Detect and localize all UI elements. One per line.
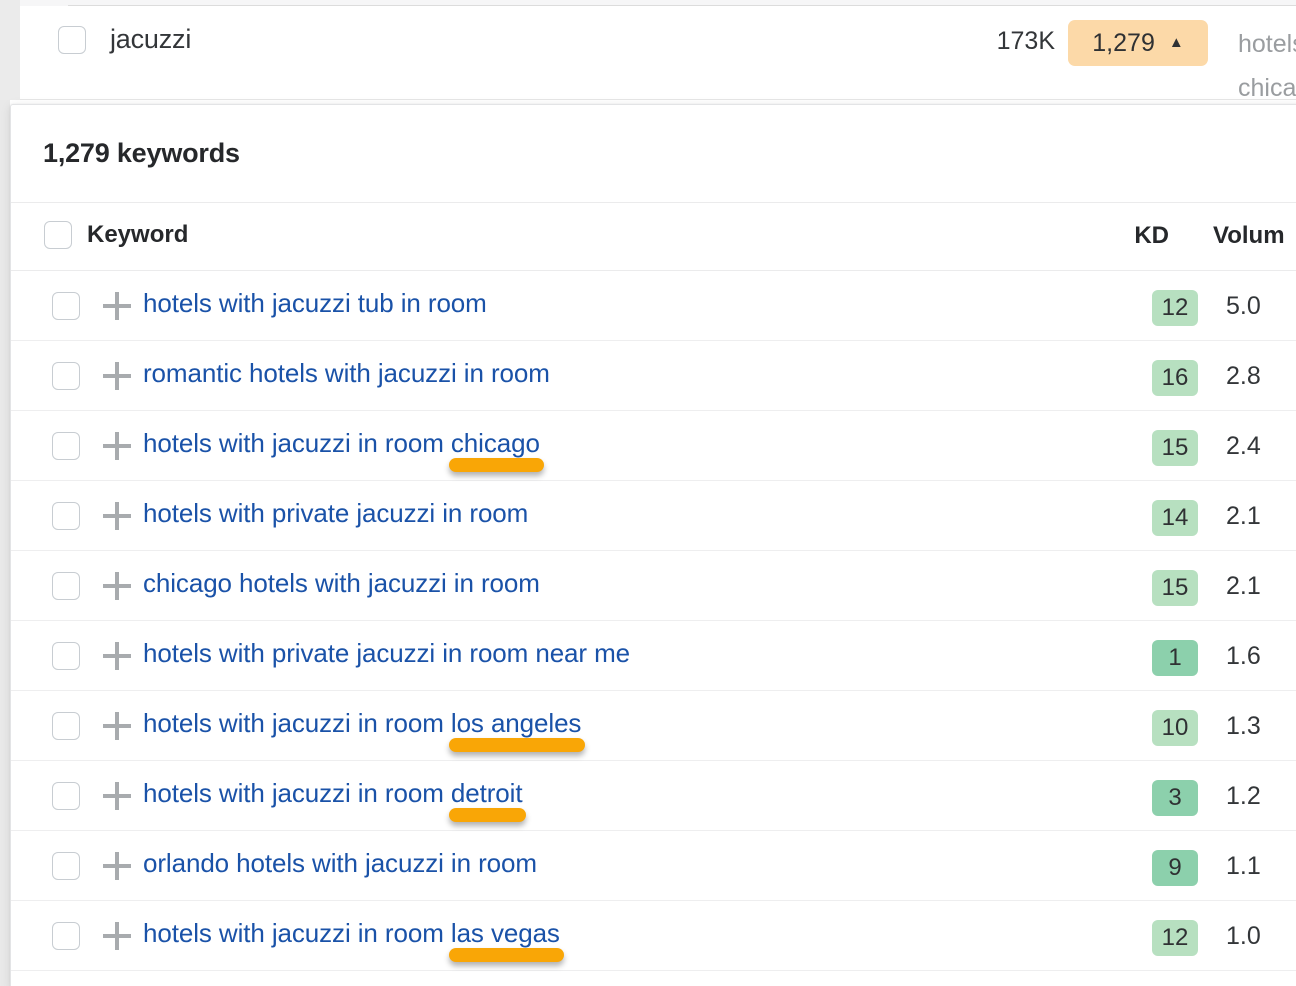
kd-badge: 10 — [1152, 710, 1198, 746]
table-row[interactable]: hotels with jacuzzi in room detroit 3 1.2 — [11, 761, 1296, 831]
table-row[interactable]: orlando hotels with jacuzzi in room 9 1.1 — [11, 831, 1296, 901]
volume-value: 1.3 — [1226, 712, 1261, 740]
row-checkbox[interactable] — [52, 712, 80, 740]
page-left-gutter-lower — [0, 100, 10, 986]
plus-icon[interactable] — [103, 432, 131, 460]
keyword-link[interactable]: hotels with private jacuzzi in room — [143, 498, 528, 529]
keywords-table-body: hotels with jacuzzi tub in room 12 5.0 roma… — [11, 271, 1296, 971]
keyword-highlight-annotation: chicago — [448, 428, 544, 472]
volume-value: 5.0 — [1226, 292, 1261, 320]
keyword-highlight-annotation: detroit — [448, 778, 526, 822]
keyword-text: romantic hotels with jacuzzi in room — [143, 358, 550, 388]
parent-row-keyword[interactable]: jacuzzi — [110, 24, 191, 55]
plus-icon[interactable] — [103, 852, 131, 880]
volume-value: 2.1 — [1226, 502, 1261, 530]
keyword-highlight-annotation: las vegas — [448, 918, 564, 962]
caret-up-icon: ▲ — [1168, 33, 1184, 51]
column-header-volume[interactable]: Volum — [1213, 222, 1285, 250]
keyword-link[interactable]: orlando hotels with jacuzzi in room — [143, 848, 537, 879]
keyword-link[interactable]: romantic hotels with jacuzzi in room — [143, 358, 550, 389]
row-checkbox[interactable] — [52, 922, 80, 950]
row-checkbox[interactable] — [52, 572, 80, 600]
parent-row-checkbox[interactable] — [58, 26, 86, 54]
keyword-link[interactable]: chicago hotels with jacuzzi in room — [143, 568, 540, 599]
parent-row-divider — [20, 99, 1296, 100]
plus-icon[interactable] — [103, 642, 131, 670]
keyword-text: hotels with private jacuzzi in room — [143, 498, 529, 528]
keyword-link[interactable]: hotels with jacuzzi in room los angeles — [143, 708, 586, 752]
kd-badge: 3 — [1152, 780, 1198, 816]
kd-badge: 9 — [1152, 850, 1198, 886]
column-header-kd[interactable]: KD — [1091, 222, 1169, 250]
parent-row-keyword-count: 1,279 — [1092, 28, 1155, 57]
kd-badge: 12 — [1152, 290, 1198, 326]
keyword-link[interactable]: hotels with jacuzzi tub in room — [143, 288, 487, 319]
keywords-table-header: Keyword KD Volum — [11, 203, 1296, 271]
kd-badge: 15 — [1152, 430, 1198, 466]
volume-value: 1.1 — [1226, 852, 1261, 880]
table-row[interactable]: chicago hotels with jacuzzi in room 15 2.1 — [11, 551, 1296, 621]
select-all-checkbox[interactable] — [44, 221, 72, 249]
keyword-text: hotels with jacuzzi in room — [143, 708, 451, 738]
keyword-link[interactable]: hotels with jacuzzi in room chicago — [143, 428, 544, 472]
volume-value: 1.0 — [1226, 922, 1261, 950]
volume-value: 2.4 — [1226, 432, 1261, 460]
keyword-text: hotels with jacuzzi in room — [143, 918, 451, 948]
kd-badge: 14 — [1152, 500, 1198, 536]
keyword-link[interactable]: hotels with jacuzzi in room las vegas — [143, 918, 564, 962]
keyword-text: hotels with jacuzzi in room — [143, 778, 451, 808]
keyword-text: hotels with jacuzzi in room — [143, 428, 451, 458]
volume-value: 2.1 — [1226, 572, 1261, 600]
parent-row-keyword-count-badge[interactable]: 1,279 ▲ — [1068, 20, 1208, 66]
table-row[interactable]: hotels with jacuzzi in room las vegas 12 1… — [11, 901, 1296, 971]
keyword-text: orlando hotels with jacuzzi in room — [143, 848, 537, 878]
row-checkbox[interactable] — [52, 642, 80, 670]
plus-icon[interactable] — [103, 782, 131, 810]
table-row[interactable]: romantic hotels with jacuzzi in room 16 2.… — [11, 341, 1296, 411]
row-checkbox[interactable] — [52, 362, 80, 390]
parent-row-truncated-line-1: hotels — [1238, 30, 1296, 58]
keyword-link[interactable]: hotels with private jacuzzi in room near… — [143, 638, 630, 669]
row-checkbox[interactable] — [52, 502, 80, 530]
row-checkbox[interactable] — [52, 852, 80, 880]
keyword-text: chicago hotels with jacuzzi in room — [143, 568, 540, 598]
row-checkbox[interactable] — [52, 782, 80, 810]
parent-row-truncated-text: hotels chicag — [1238, 22, 1296, 110]
volume-value: 2.8 — [1226, 362, 1261, 390]
row-checkbox[interactable] — [52, 432, 80, 460]
kd-badge: 15 — [1152, 570, 1198, 606]
table-row[interactable]: hotels with private jacuzzi in room near… — [11, 621, 1296, 691]
keyword-text: hotels with jacuzzi tub in room — [143, 288, 487, 318]
row-checkbox[interactable] — [52, 292, 80, 320]
plus-icon[interactable] — [103, 292, 131, 320]
page-left-gutter — [0, 0, 20, 100]
table-row[interactable]: hotels with private jacuzzi in room 14 2.1 — [11, 481, 1296, 551]
kd-badge: 1 — [1152, 640, 1198, 676]
plus-icon[interactable] — [103, 362, 131, 390]
plus-icon[interactable] — [103, 922, 131, 950]
panel-header: 1,279 keywords — [11, 105, 1296, 203]
keyword-highlight-annotation: los angeles — [448, 708, 586, 752]
volume-value: 1.6 — [1226, 642, 1261, 670]
column-header-keyword[interactable]: Keyword — [87, 221, 188, 249]
keyword-text: hotels with private jacuzzi in room near… — [143, 638, 631, 668]
plus-icon[interactable] — [103, 502, 131, 530]
plus-icon[interactable] — [103, 712, 131, 740]
keyword-link[interactable]: hotels with jacuzzi in room detroit — [143, 778, 526, 822]
plus-icon[interactable] — [103, 572, 131, 600]
volume-value: 1.2 — [1226, 782, 1261, 810]
parent-row-volume: 173K — [996, 27, 1055, 55]
table-row[interactable]: hotels with jacuzzi in room chicago 15 2.4 — [11, 411, 1296, 481]
keywords-dropdown-panel: 1,279 keywords Keyword KD Volum hotels w… — [10, 104, 1296, 986]
kd-badge: 12 — [1152, 920, 1198, 956]
table-row[interactable]: hotels with jacuzzi in room los angeles 1… — [11, 691, 1296, 761]
keyword-explorer-screen: jacuzzi 173K 1,279 ▲ hotels chicag 1,279… — [0, 0, 1296, 986]
parent-keyword-row[interactable]: jacuzzi 173K 1,279 ▲ hotels chicag — [20, 6, 1296, 102]
table-row[interactable]: hotels with jacuzzi tub in room 12 5.0 — [11, 271, 1296, 341]
panel-title: 1,279 keywords — [43, 138, 240, 168]
kd-badge: 16 — [1152, 360, 1198, 396]
